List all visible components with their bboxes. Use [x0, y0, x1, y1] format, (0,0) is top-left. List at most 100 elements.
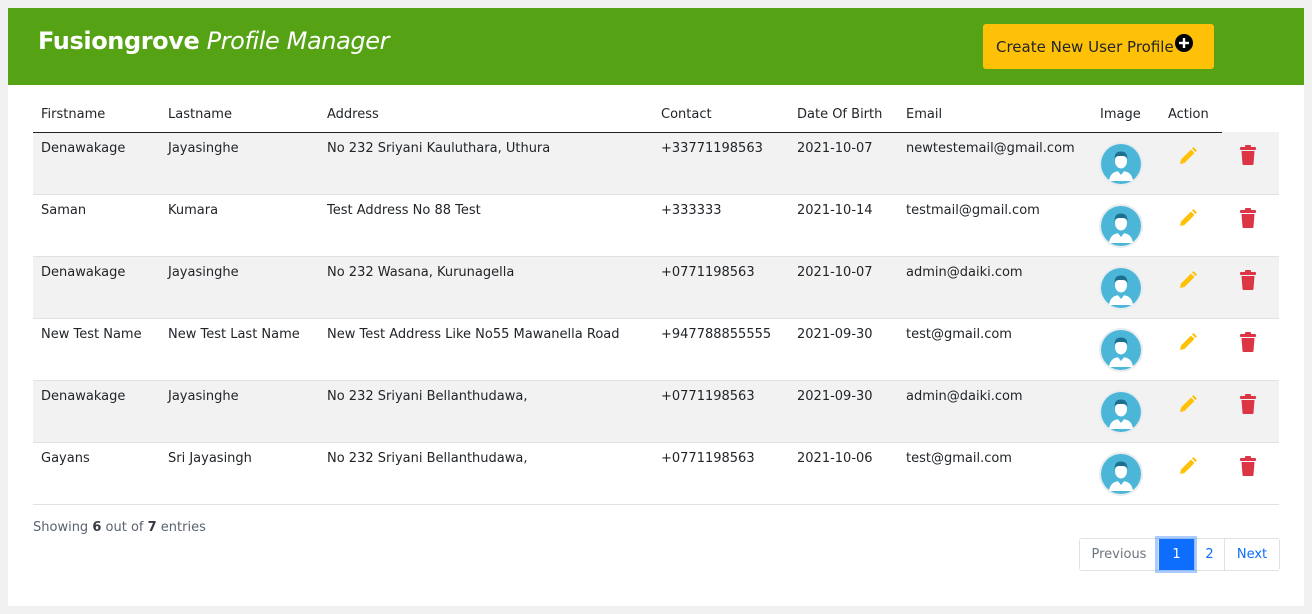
cell-address: New Test Address Like No55 Mawanella Roa… [319, 317, 653, 380]
pagination-next[interactable]: Next [1224, 539, 1279, 570]
column-header-action: Action [1160, 97, 1222, 133]
summary-count: 6 [92, 520, 102, 535]
cell-image [1092, 193, 1160, 256]
pagination-page-1[interactable]: 1 [1158, 539, 1194, 570]
cell-address: No 232 Sriyani Bellanthudawa, [319, 441, 653, 505]
table-row: New Test Name New Test Last Name New Test … [33, 317, 1279, 380]
header-bar: Fusiongrove Profile Manager Create New U… [8, 8, 1304, 85]
summary-suffix: entries [160, 520, 206, 535]
trash-icon[interactable] [1240, 145, 1256, 169]
cell-dob: 2021-10-07 [789, 255, 898, 318]
users-table: Firstname Lastname Address Contact Date … [33, 97, 1279, 505]
column-header-blank [1222, 97, 1279, 132]
cell-lastname: Jayasinghe [160, 379, 319, 442]
cell-action [1160, 193, 1222, 256]
cell-lastname: Sri Jayasingh [160, 441, 319, 505]
cell-action [1160, 441, 1222, 505]
app-container: Fusiongrove Profile Manager Create New U… [8, 8, 1304, 606]
cell-dob: 2021-10-14 [789, 193, 898, 256]
trash-icon[interactable] [1240, 269, 1256, 294]
cell-delete [1222, 132, 1279, 194]
user-avatar-icon [1099, 451, 1143, 496]
user-avatar-icon [1099, 389, 1143, 434]
cell-firstname: Denawakage [33, 379, 160, 442]
pencil-icon[interactable] [1178, 208, 1198, 232]
cell-delete [1222, 317, 1279, 380]
table-header-row: Firstname Lastname Address Contact Date … [33, 97, 1279, 133]
cell-contact: +0771198563 [653, 255, 789, 318]
user-avatar-icon [1099, 265, 1143, 310]
table-row: Saman Kumara Test Address No 88 Test +33333… [33, 193, 1279, 256]
trash-icon[interactable] [1240, 331, 1256, 356]
cell-image [1092, 132, 1160, 194]
cell-contact: +0771198563 [653, 379, 789, 442]
summary-prefix: Showing [33, 520, 89, 535]
cell-firstname: Saman [33, 193, 160, 256]
users-table-body: Denawakage Jayasinghe No 232 Sriyani Kaulu… [33, 132, 1279, 505]
cell-image [1092, 379, 1160, 442]
create-user-profile-button[interactable]: Create New User Profile [983, 24, 1214, 69]
cell-delete [1222, 255, 1279, 318]
cell-address: Test Address No 88 Test [319, 193, 653, 256]
pencil-icon[interactable] [1178, 146, 1198, 170]
trash-icon[interactable] [1240, 455, 1256, 480]
cell-email: admin@daiki.com [898, 379, 1092, 442]
cell-lastname: Jayasinghe [160, 255, 319, 318]
pencil-icon[interactable] [1178, 456, 1198, 480]
cell-lastname: Jayasinghe [160, 132, 319, 194]
cell-contact: +33771198563 [653, 132, 789, 194]
cell-dob: 2021-10-07 [789, 132, 898, 194]
column-header-address: Address [319, 97, 653, 133]
cell-address: No 232 Sriyani Kauluthara, Uthura [319, 132, 653, 194]
cell-firstname: New Test Name [33, 317, 160, 380]
cell-delete [1222, 379, 1279, 442]
user-avatar-icon [1099, 141, 1143, 186]
brand-name: Fusiongrove [38, 27, 200, 55]
column-header-email: Email [898, 97, 1092, 133]
pencil-icon[interactable] [1178, 332, 1198, 356]
user-avatar-icon [1099, 203, 1143, 248]
cell-email: test@gmail.com [898, 317, 1092, 380]
pagination-page-2[interactable]: 2 [1194, 539, 1224, 570]
pencil-icon[interactable] [1178, 394, 1198, 418]
brand-title: Fusiongrove Profile Manager [38, 27, 389, 55]
pagination-previous[interactable]: Previous [1080, 539, 1158, 570]
table-row: Denawakage Jayasinghe No 232 Sriyani Kaulu… [33, 132, 1279, 194]
pagination: Previous 1 2 Next [1079, 538, 1280, 571]
cell-action [1160, 379, 1222, 442]
brand-subtitle: Profile Manager [206, 27, 390, 55]
cell-firstname: Denawakage [33, 255, 160, 318]
cell-image [1092, 255, 1160, 318]
cell-email: test@gmail.com [898, 441, 1092, 505]
create-button-label: Create New User Profile [996, 37, 1174, 56]
table-row: Gayans Sri Jayasingh No 232 Sriyani Bellan… [33, 441, 1279, 505]
pencil-icon[interactable] [1178, 270, 1198, 294]
column-header-date-of-birth: Date Of Birth [789, 97, 898, 133]
cell-contact: +947788855555 [653, 317, 789, 380]
cell-address: No 232 Sriyani Bellanthudawa, [319, 379, 653, 442]
column-header-lastname: Lastname [160, 97, 319, 133]
cell-action [1160, 255, 1222, 318]
trash-icon[interactable] [1240, 393, 1256, 418]
entries-summary: Showing 6 out of 7 entries [33, 520, 206, 535]
cell-dob: 2021-10-06 [789, 441, 898, 505]
cell-delete [1222, 193, 1279, 256]
cell-dob: 2021-09-30 [789, 379, 898, 442]
cell-firstname: Gayans [33, 441, 160, 505]
table-row: Denawakage Jayasinghe No 232 Wasana, Kurun… [33, 255, 1279, 318]
cell-lastname: New Test Last Name [160, 317, 319, 380]
column-header-firstname: Firstname [33, 97, 160, 133]
cell-action [1160, 132, 1222, 194]
column-header-image: Image [1092, 97, 1160, 133]
summary-total: 7 [147, 520, 157, 535]
cell-image [1092, 317, 1160, 380]
cell-lastname: Kumara [160, 193, 319, 256]
user-avatar-icon [1099, 327, 1143, 372]
cell-contact: +333333 [653, 193, 789, 256]
summary-mid: out of [105, 520, 144, 535]
cell-dob: 2021-09-30 [789, 317, 898, 380]
trash-icon[interactable] [1240, 207, 1256, 232]
cell-image [1092, 441, 1160, 505]
cell-address: No 232 Wasana, Kurunagella [319, 255, 653, 318]
cell-firstname: Denawakage [33, 132, 160, 194]
